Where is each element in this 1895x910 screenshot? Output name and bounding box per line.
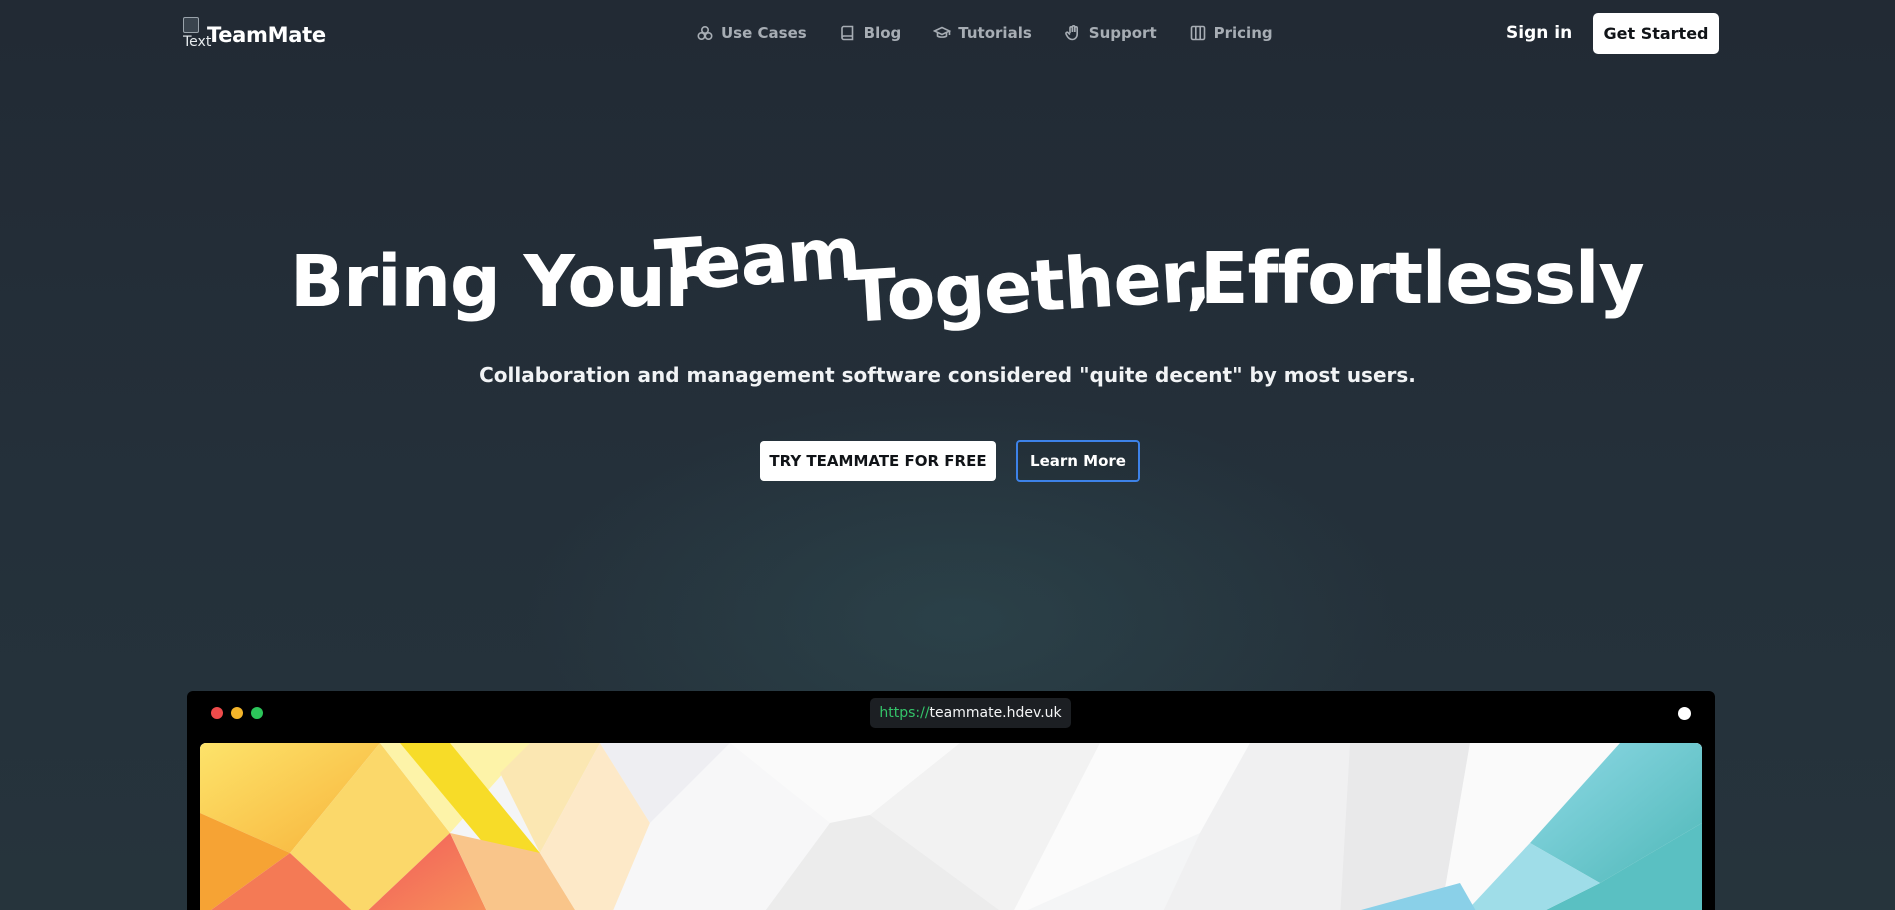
browser-toolbar: https://teammate.hdev.uk (187, 691, 1715, 733)
nav-use-cases[interactable]: Use Cases (696, 24, 807, 42)
toolbar-circle-button[interactable] (1678, 707, 1691, 720)
nav-label: Blog (863, 24, 902, 42)
window-minimize-dot (231, 707, 243, 719)
book-icon (840, 25, 853, 41)
logo-image: Text (183, 17, 213, 51)
circles-icon (697, 25, 713, 41)
nav-label: Tutorials (958, 24, 1032, 42)
app-preview-image (200, 743, 1702, 910)
learn-more-button[interactable]: Learn More (1016, 440, 1140, 482)
nav-support[interactable]: Support (1064, 24, 1157, 42)
hero-subtitle: Collaboration and management software co… (479, 363, 1416, 387)
site-header: Text TeamMate Use Cases Blog Tutorials S… (0, 0, 1895, 66)
headline-word: Effortlessly (1200, 237, 1645, 320)
headline-word-rotated: Together, (845, 234, 1213, 339)
address-bar: https://teammate.hdev.uk (870, 698, 1071, 728)
logo[interactable]: Text TeamMate (183, 17, 326, 51)
brand-name: TeamMate (207, 23, 326, 47)
browser-mockup: https://teammate.hdev.uk (187, 691, 1715, 910)
low-poly-background (200, 743, 1702, 910)
headline-word: Bring Your (290, 240, 700, 323)
get-started-button[interactable]: Get Started (1593, 13, 1719, 54)
hand-icon (1064, 25, 1078, 41)
nav-pricing[interactable]: Pricing (1189, 24, 1273, 42)
sign-in-link[interactable]: Sign in (1506, 20, 1572, 46)
nav-label: Pricing (1213, 24, 1273, 42)
window-maximize-dot (251, 707, 263, 719)
main-nav: Use Cases Blog Tutorials Support Pricing (696, 21, 1273, 45)
headline-word-rotated: Team (652, 210, 863, 308)
nav-tutorials[interactable]: Tutorials (933, 24, 1032, 42)
logo-alt-text: Text (183, 34, 212, 50)
nav-label: Use Cases (721, 24, 807, 42)
url-host: teammate.hdev.uk (929, 705, 1062, 721)
graduation-cap-icon (933, 26, 952, 38)
nav-blog[interactable]: Blog (839, 24, 902, 42)
cta-row: TRY TEAMMATE FOR FREE Learn More (760, 440, 1140, 482)
nav-label: Support (1088, 24, 1157, 42)
hero-headline: Bring Your Team Together, Effortlessly (0, 211, 1895, 350)
columns-icon (1190, 25, 1205, 41)
window-close-dot (211, 707, 223, 719)
url-scheme: https:// (879, 705, 930, 721)
broken-image-icon (183, 17, 199, 33)
try-free-button[interactable]: TRY TEAMMATE FOR FREE (760, 441, 996, 481)
